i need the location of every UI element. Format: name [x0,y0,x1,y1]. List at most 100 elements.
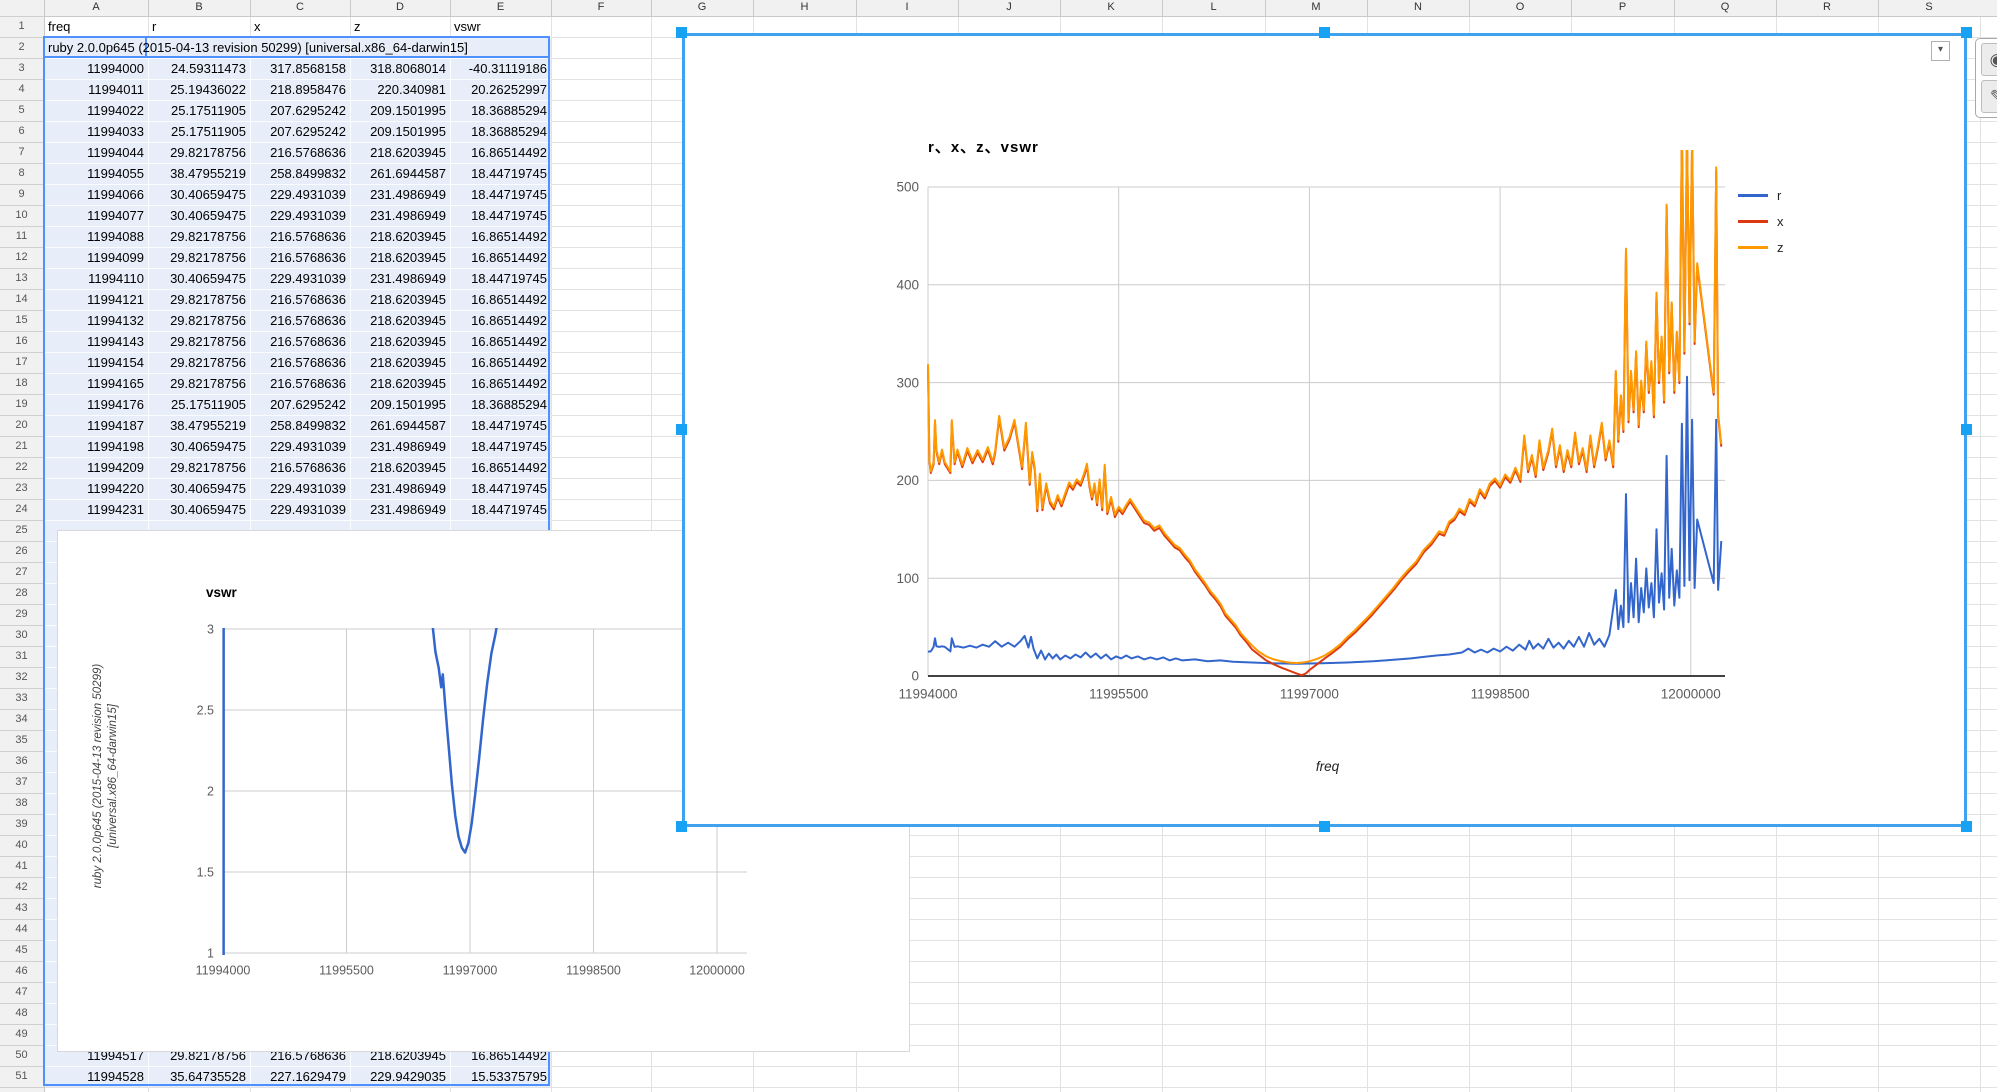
cell[interactable]: 11994011 [44,79,148,100]
cell[interactable]: 11994099 [44,247,148,268]
cell[interactable]: 258.8499832 [250,415,350,436]
column-header-G[interactable]: G [651,0,753,16]
row-header-9[interactable]: 9 [0,184,43,205]
row-header-30[interactable]: 30 [0,625,43,646]
row-header-23[interactable]: 23 [0,478,43,499]
row-header-33[interactable]: 33 [0,688,43,709]
row-header-45[interactable]: 45 [0,940,43,961]
cell[interactable]: 216.5768636 [250,226,350,247]
cell[interactable]: 18.44719745 [450,499,551,520]
cell[interactable]: 229.4931039 [250,184,350,205]
cell[interactable]: 16.86514492 [450,352,551,373]
cell[interactable]: 18.44719745 [450,268,551,289]
cell[interactable]: 25.17511905 [148,121,250,142]
cell[interactable]: 229.4931039 [250,205,350,226]
row-header-51[interactable]: 51 [0,1066,43,1087]
cell[interactable]: 258.8499832 [250,163,350,184]
cell[interactable]: 231.4986949 [350,478,450,499]
cell[interactable]: 30.40659475 [148,205,250,226]
cell[interactable]: 216.5768636 [250,457,350,478]
cell[interactable]: 218.6203945 [350,142,450,163]
cell[interactable]: 229.4931039 [250,478,350,499]
column-header-O[interactable]: O [1469,0,1571,16]
row-header-28[interactable]: 28 [0,583,43,604]
cell[interactable]: ruby 2.0.0p645 (2015-04-13 revision 5029… [44,37,549,58]
column-header-M[interactable]: M [1265,0,1367,16]
row-header-17[interactable]: 17 [0,352,43,373]
cell[interactable]: 216.5768636 [250,331,350,352]
row-header-43[interactable]: 43 [0,898,43,919]
selection-handle[interactable] [1961,27,1972,38]
cell[interactable]: 29.82178756 [148,142,250,163]
cell[interactable]: 18.36885294 [450,121,551,142]
row-header-37[interactable]: 37 [0,772,43,793]
selection-handle[interactable] [676,27,687,38]
cell[interactable]: 25.17511905 [148,394,250,415]
row-header-26[interactable]: 26 [0,541,43,562]
cell[interactable]: 261.6944587 [350,163,450,184]
cell[interactable]: 29.82178756 [148,310,250,331]
cell[interactable]: 11994066 [44,184,148,205]
cell[interactable]: 220.340981 [350,79,450,100]
cell[interactable]: 11994220 [44,478,148,499]
row-header-22[interactable]: 22 [0,457,43,478]
cell[interactable]: 20.26252997 [450,79,551,100]
edit-button[interactable]: ✎ [1981,80,1997,113]
row-header-12[interactable]: 12 [0,247,43,268]
cell[interactable]: 231.4986949 [350,499,450,520]
column-header-P[interactable]: P [1571,0,1674,16]
column-header-E[interactable]: E [450,0,551,16]
column-header-D[interactable]: D [350,0,450,16]
row-header-11[interactable]: 11 [0,226,43,247]
cell[interactable]: 227.1629479 [250,1066,350,1087]
row-header-35[interactable]: 35 [0,730,43,751]
cell[interactable]: 11994110 [44,268,148,289]
column-header-L[interactable]: L [1162,0,1265,16]
row-header-44[interactable]: 44 [0,919,43,940]
row-header-20[interactable]: 20 [0,415,43,436]
row-header-48[interactable]: 48 [0,1003,43,1024]
cell[interactable]: 16.86514492 [450,331,551,352]
cell[interactable]: 229.9429035 [350,1066,450,1087]
cell[interactable]: 18.44719745 [450,163,551,184]
row-header-21[interactable]: 21 [0,436,43,457]
cell[interactable]: 218.6203945 [350,457,450,478]
cell[interactable]: 29.82178756 [148,289,250,310]
column-header-F[interactable]: F [551,0,651,16]
column-header-H[interactable]: H [753,0,856,16]
row-header-31[interactable]: 31 [0,646,43,667]
cell[interactable]: 11994176 [44,394,148,415]
cell[interactable]: 207.6295242 [250,394,350,415]
cell[interactable]: 209.1501995 [350,394,450,415]
column-header-I[interactable]: I [856,0,958,16]
cell[interactable]: 25.17511905 [148,100,250,121]
cell[interactable]: 11994154 [44,352,148,373]
cell[interactable]: 231.4986949 [350,184,450,205]
cell[interactable]: 29.82178756 [148,373,250,394]
row-header-36[interactable]: 36 [0,751,43,772]
cell[interactable]: 29.82178756 [148,352,250,373]
select-all-corner[interactable] [0,0,45,17]
cell[interactable]: 18.44719745 [450,478,551,499]
column-header-C[interactable]: C [250,0,350,16]
row-header-47[interactable]: 47 [0,982,43,1003]
row-header-1[interactable]: 1 [0,16,43,37]
cell[interactable]: 11994198 [44,436,148,457]
column-header-R[interactable]: R [1776,0,1878,16]
cell[interactable]: 38.47955219 [148,163,250,184]
cell[interactable]: 209.1501995 [350,100,450,121]
cell[interactable]: 18.44719745 [450,436,551,457]
rxz-vswr-chart[interactable]: r、x、z、vswr freq rxz 01002003004005001199… [682,33,1967,827]
row-header-19[interactable]: 19 [0,394,43,415]
cell[interactable]: 16.86514492 [450,310,551,331]
cell[interactable]: 11994143 [44,331,148,352]
selection-handle[interactable] [1961,424,1972,435]
cell[interactable]: 16.86514492 [450,457,551,478]
chart-menu-button[interactable]: ▾ [1931,41,1950,61]
cell[interactable]: 30.40659475 [148,478,250,499]
view-button[interactable]: ◉ [1981,43,1997,76]
row-header-2[interactable]: 2 [0,37,43,58]
cell[interactable]: -40.31119186 [450,58,551,79]
cell[interactable]: 207.6295242 [250,100,350,121]
cell[interactable]: 11994528 [44,1066,148,1087]
